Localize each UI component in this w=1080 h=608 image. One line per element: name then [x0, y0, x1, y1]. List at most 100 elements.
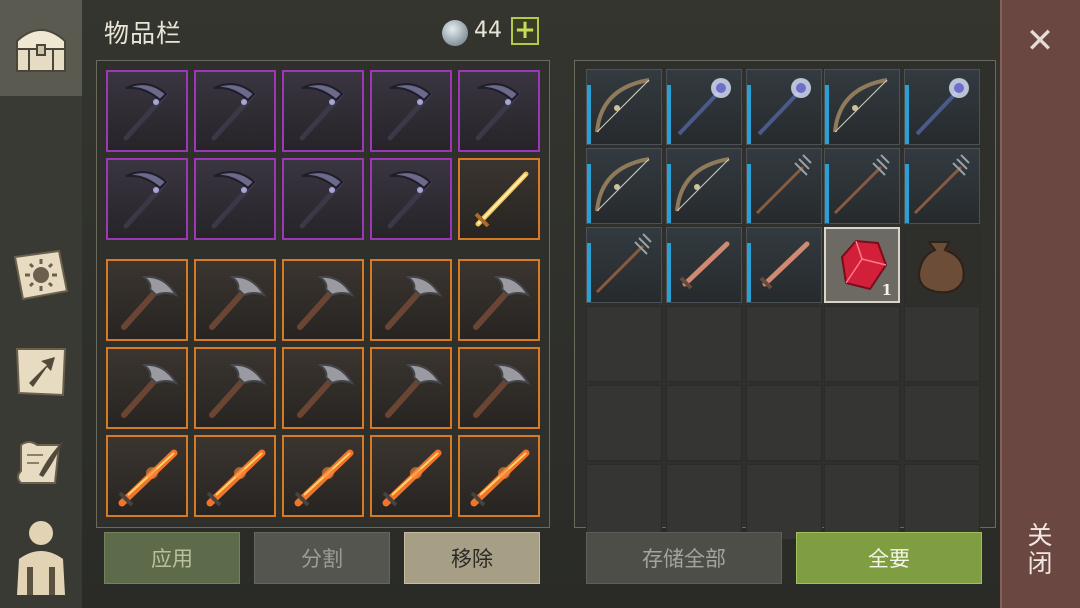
inventory-slot[interactable] — [370, 435, 452, 517]
inventory-slot[interactable] — [458, 435, 540, 517]
inventory-slot[interactable] — [106, 435, 188, 517]
flame-sword-icon — [206, 449, 266, 507]
storage-slot[interactable] — [746, 69, 822, 145]
item-quantity: 1 — [881, 281, 892, 299]
bow-icon — [595, 78, 650, 133]
leather-bag-icon — [917, 241, 966, 294]
inventory-slot[interactable] — [282, 158, 364, 240]
take-all-button[interactable]: 全要 — [796, 532, 982, 584]
trident-icon — [833, 154, 890, 215]
purple-scythe-icon — [123, 83, 169, 141]
inventory-slot[interactable] — [282, 435, 364, 517]
iron-pickaxe-icon — [121, 363, 179, 418]
storage-slot[interactable] — [746, 227, 822, 303]
storage-slot[interactable] — [824, 69, 900, 145]
inventory-slot[interactable] — [370, 158, 452, 240]
inventory-slot[interactable] — [282, 70, 364, 152]
golden-sword-icon — [474, 171, 529, 228]
split-button[interactable]: 分割 — [254, 532, 390, 584]
purple-scythe-icon — [211, 171, 257, 229]
map-arrow-icon[interactable] — [6, 336, 76, 406]
storage-slot-empty[interactable] — [586, 306, 662, 382]
storage-slot[interactable] — [666, 69, 742, 145]
storage-slot-empty[interactable] — [824, 385, 900, 461]
purple-scythe-icon — [387, 83, 433, 141]
inventory-slot[interactable] — [194, 435, 276, 517]
inventory-slot[interactable] — [194, 347, 276, 429]
store-all-button[interactable]: 存储全部 — [586, 532, 782, 584]
purple-scythe-icon — [475, 83, 521, 141]
storage-slot-empty[interactable] — [746, 385, 822, 461]
remove-button[interactable]: 移除 — [404, 532, 540, 584]
storage-slot-empty[interactable] — [666, 306, 742, 382]
purple-scythe-icon — [299, 83, 345, 141]
inventory-slot[interactable] — [106, 70, 188, 152]
inventory-slot[interactable] — [458, 259, 540, 341]
storage-slot[interactable] — [586, 69, 662, 145]
inventory-slot[interactable] — [282, 259, 364, 341]
inventory-slot[interactable] — [194, 158, 276, 240]
storage-slot[interactable] — [586, 227, 662, 303]
character-icon[interactable] — [6, 520, 76, 595]
flame-sword-icon — [382, 449, 442, 507]
inventory-slot[interactable] — [106, 347, 188, 429]
inventory-slot[interactable] — [370, 70, 452, 152]
storage-slot[interactable] — [746, 148, 822, 224]
purple-scythe-icon — [299, 171, 345, 229]
bow-icon — [833, 78, 888, 133]
purple-scythe-icon — [123, 171, 169, 229]
storage-slot[interactable] — [666, 148, 742, 224]
inventory-slot[interactable] — [282, 347, 364, 429]
scroll-quill-icon[interactable] — [6, 428, 76, 498]
storage-slot[interactable] — [824, 148, 900, 224]
inventory-slot[interactable] — [194, 70, 276, 152]
iron-pickaxe-icon — [121, 275, 179, 330]
inventory-slot[interactable] — [458, 70, 540, 152]
storage-slot[interactable] — [904, 148, 980, 224]
storage-slot-empty[interactable] — [824, 306, 900, 382]
inventory-slot[interactable] — [106, 259, 188, 341]
flame-sword-icon — [118, 449, 178, 507]
storage-slot-empty[interactable] — [746, 306, 822, 382]
storage-slot-empty[interactable] — [824, 464, 900, 540]
storage-slot-empty[interactable] — [666, 464, 742, 540]
storage-slot[interactable] — [586, 148, 662, 224]
inventory-slot[interactable] — [194, 259, 276, 341]
apply-button[interactable]: 应用 — [104, 532, 240, 584]
storage-slot-empty[interactable] — [666, 385, 742, 461]
storage-slot[interactable] — [666, 227, 742, 303]
storage-slot-empty[interactable] — [904, 385, 980, 461]
flame-sword-icon — [470, 449, 530, 507]
dagger-icon — [679, 241, 730, 290]
inventory-slot[interactable] — [370, 259, 452, 341]
storage-slot-empty[interactable] — [904, 306, 980, 382]
inventory-slot[interactable] — [106, 158, 188, 240]
add-currency-button[interactable]: + — [511, 17, 539, 45]
trident-icon — [913, 154, 970, 215]
purple-scythe-icon — [387, 171, 433, 229]
trident-icon — [595, 233, 652, 294]
close-icon[interactable]: ✕ — [1022, 24, 1058, 60]
storage-slot[interactable] — [904, 69, 980, 145]
inventory-slot[interactable] — [458, 158, 540, 240]
storage-slot[interactable]: 1 — [824, 227, 900, 303]
inventory-slot[interactable] — [370, 347, 452, 429]
storage-slot-empty[interactable] — [586, 385, 662, 461]
map-sun-icon[interactable] — [6, 240, 76, 310]
skull-staff-icon — [757, 78, 811, 136]
chest-icon[interactable] — [6, 12, 76, 82]
bow-icon — [675, 157, 730, 212]
coin-icon — [442, 20, 468, 46]
skull-staff-icon — [915, 78, 969, 136]
dagger-icon — [759, 241, 810, 290]
storage-slot-empty[interactable] — [746, 464, 822, 540]
close-label[interactable]: 关闭 — [1024, 522, 1056, 578]
inventory-slot[interactable] — [458, 347, 540, 429]
storage-slot-empty[interactable] — [586, 464, 662, 540]
iron-pickaxe-icon — [209, 363, 267, 418]
storage-slot[interactable] — [904, 227, 980, 303]
currency-amount: 44 — [474, 18, 502, 43]
close-panel[interactable] — [1000, 0, 1080, 608]
storage-slot-empty[interactable] — [904, 464, 980, 540]
iron-pickaxe-icon — [297, 363, 355, 418]
